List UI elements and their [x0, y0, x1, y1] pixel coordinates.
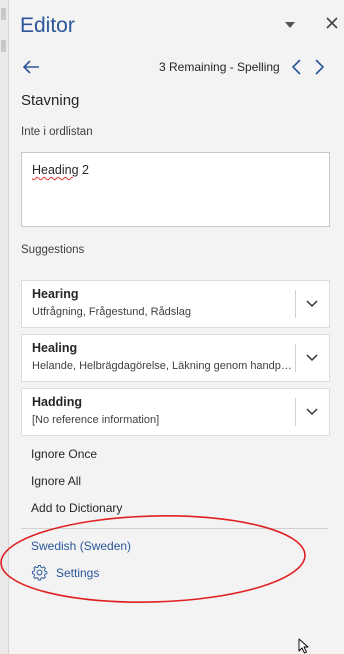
issue-category: Stavning: [21, 92, 80, 109]
misspelled-word: Heading: [32, 163, 79, 177]
context-rest: 2: [78, 163, 90, 177]
language-link[interactable]: Swedish (Sweden): [31, 539, 131, 553]
access-key: A: [31, 501, 40, 515]
suggestion-word: Healing: [32, 341, 78, 355]
suggestion-item[interactable]: Hearing Utfrågning, Frågestund, Rådslag: [21, 280, 330, 328]
suggestion-description: [No reference information]: [32, 414, 160, 426]
close-icon[interactable]: [325, 16, 339, 30]
suggestions-label: Suggestions: [21, 244, 85, 256]
divider: [21, 528, 328, 529]
suggestion-word: Hearing: [32, 287, 79, 301]
gear-icon: [31, 564, 48, 581]
action-label: gnore Once: [34, 447, 98, 461]
divider: [295, 344, 296, 372]
context-text: Heading 2: [32, 163, 89, 177]
issue-type-label: Inte i ordlistan: [21, 126, 93, 138]
pane-title: Editor: [20, 14, 75, 37]
suggestion-description: Helande, Helbrägdagörelse, Läkning genom…: [32, 360, 294, 372]
ignore-all-button[interactable]: Ignore All: [31, 474, 81, 488]
suggestion-item[interactable]: Healing Helande, Helbrägdagörelse, Läkni…: [21, 334, 330, 382]
chevron-down-icon[interactable]: [283, 20, 297, 30]
action-label: gnore All: [34, 474, 82, 488]
mouse-cursor-icon: [298, 638, 309, 654]
action-label: dd to Dictionary: [39, 501, 123, 515]
editor-pane: Editor 3 Remaining - Spelling Stavning I…: [9, 0, 344, 654]
chevron-left-icon[interactable]: [290, 58, 302, 76]
arrow-left-icon[interactable]: [21, 58, 41, 76]
edge-marker: [1, 8, 6, 20]
remaining-count: 3 Remaining - Spelling: [159, 60, 280, 74]
suggestion-description: Utfrågning, Frågestund, Rådslag: [32, 306, 191, 318]
context-box: Heading 2: [21, 152, 330, 227]
document-edge: [0, 0, 9, 654]
chevron-down-icon[interactable]: [303, 404, 321, 420]
divider: [295, 290, 296, 318]
suggestion-item[interactable]: Hadding [No reference information]: [21, 388, 330, 436]
settings-label: Settings: [56, 566, 100, 580]
add-to-dictionary-button[interactable]: Add to Dictionary: [31, 501, 122, 515]
chevron-down-icon[interactable]: [303, 350, 321, 366]
edge-marker: [1, 40, 6, 52]
ignore-once-button[interactable]: Ignore Once: [31, 447, 97, 461]
suggestion-word: Hadding: [32, 395, 82, 409]
chevron-right-icon[interactable]: [314, 58, 326, 76]
divider: [295, 398, 296, 426]
chevron-down-icon[interactable]: [303, 296, 321, 312]
